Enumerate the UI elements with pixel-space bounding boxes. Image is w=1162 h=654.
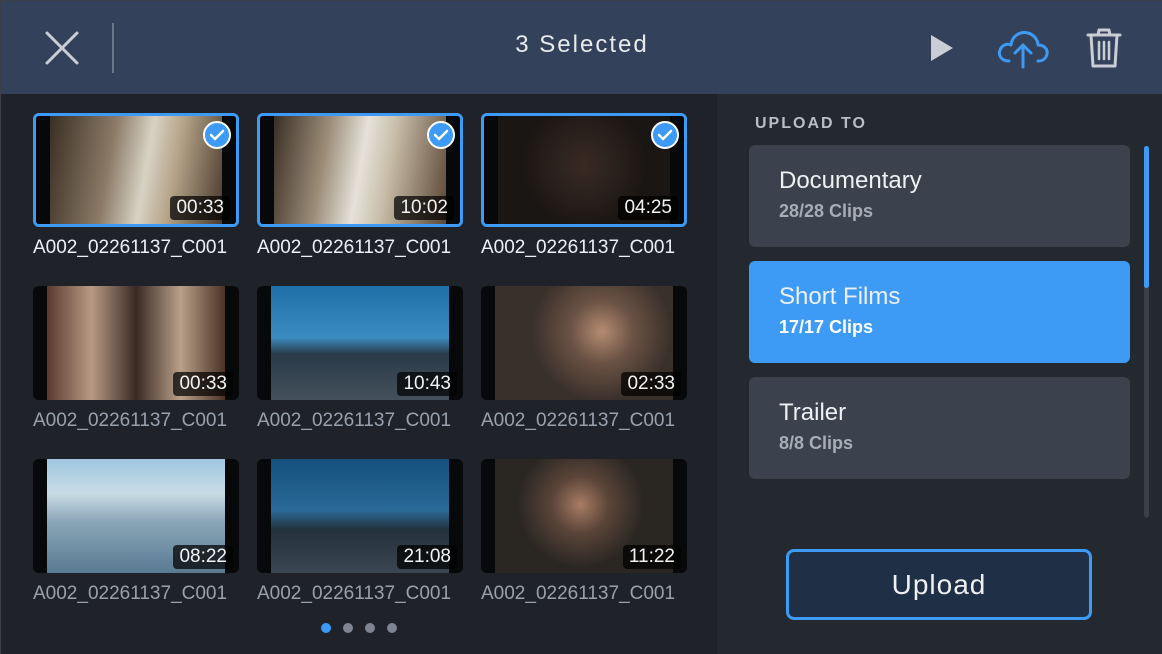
selected-check-icon [427, 121, 455, 149]
selection-count-title: 3 Selected [515, 31, 649, 58]
page-dot-1[interactable] [321, 623, 331, 633]
clip-duration: 08:22 [173, 545, 233, 569]
clip-duration: 02:33 [621, 372, 681, 396]
clip-duration: 00:33 [173, 372, 233, 396]
cloud-upload-icon[interactable] [995, 23, 1051, 73]
destination-documentary[interactable]: Documentary 28/28 Clips [749, 145, 1130, 247]
destination-clip-count: 8/8 Clips [779, 433, 854, 453]
clip-duration: 21:08 [397, 545, 457, 569]
play-icon[interactable] [923, 29, 959, 67]
destination-title: Documentary [779, 167, 922, 194]
clip-thumbnail: 00:33 [33, 113, 239, 227]
clip-grid: 00:33 A002_02261137_C001 10:02 A002_0226… [1, 94, 717, 654]
clip-duration: 04:25 [618, 196, 678, 220]
clip-duration: 10:43 [397, 372, 457, 396]
clip-name: A002_02261137_C001 [481, 237, 676, 258]
page-dot-3[interactable] [365, 623, 375, 633]
clip-duration: 00:33 [170, 196, 230, 220]
clip-thumbnail: 08:22 [33, 459, 239, 573]
destination-trailer[interactable]: Trailer 8/8 Clips [749, 377, 1130, 479]
destination-short-films[interactable]: Short Films 17/17 Clips [749, 261, 1130, 363]
upload-to-heading: UPLOAD TO [755, 115, 867, 132]
clip-name: A002_02261137_C001 [481, 583, 676, 604]
destination-clip-count: 28/28 Clips [779, 201, 874, 221]
destination-clip-count: 17/17 Clips [779, 317, 874, 337]
clip-thumbnail: 21:08 [257, 459, 463, 573]
clip-thumbnail: 00:33 [33, 286, 239, 400]
destination-title: Trailer [779, 399, 847, 426]
clip-name: A002_02261137_C001 [33, 583, 228, 604]
destination-title: Short Films [779, 283, 901, 310]
clip-thumbnail: 04:25 [481, 113, 687, 227]
clip-thumbnail: 02:33 [481, 286, 687, 400]
page-dot-2[interactable] [343, 623, 353, 633]
clip-duration: 11:22 [622, 545, 681, 569]
clip-thumbnail: 11:22 [481, 459, 687, 573]
app-window: 3 Selected 00:33 A002_02261137_C001 10:0… [0, 0, 1162, 654]
page-dot-4[interactable] [387, 623, 397, 633]
selected-check-icon [203, 121, 231, 149]
clip-name: A002_02261137_C001 [257, 410, 452, 431]
selected-check-icon [651, 121, 679, 149]
clip-name: A002_02261137_C001 [33, 237, 228, 258]
clip-duration: 10:02 [394, 196, 454, 220]
clip-name: A002_02261137_C001 [257, 237, 452, 258]
scrollbar-thumb[interactable] [1144, 146, 1149, 288]
clip-thumbnail: 10:43 [257, 286, 463, 400]
trash-icon[interactable] [1083, 25, 1125, 71]
upload-panel: UPLOAD TO Documentary 28/28 Clips Short … [717, 94, 1162, 654]
clip-thumbnail: 10:02 [257, 113, 463, 227]
clip-name: A002_02261137_C001 [257, 583, 452, 604]
top-bar: 3 Selected [1, 1, 1162, 94]
clip-name: A002_02261137_C001 [481, 410, 676, 431]
upload-button[interactable]: Upload [786, 549, 1092, 620]
clip-name: A002_02261137_C001 [33, 410, 228, 431]
